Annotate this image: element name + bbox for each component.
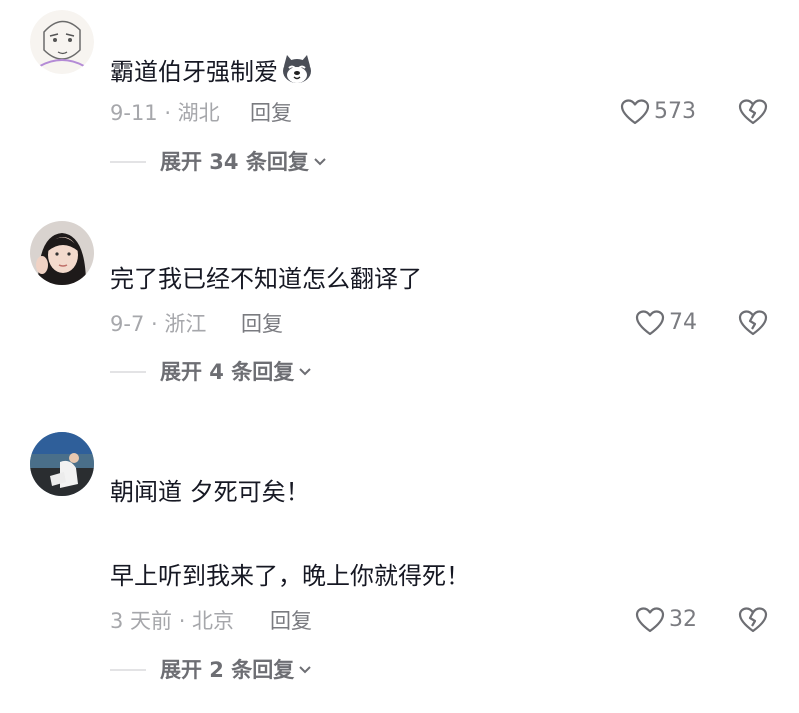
comment-item: 朝闻道 夕死可矣！ 早上听到我来了，晚上你就得死！ 3 天前 · 北京 回复 3… <box>0 0 799 713</box>
dislike-button[interactable] <box>738 605 768 635</box>
expand-replies-button[interactable]: 展开 2 条回复 <box>110 656 312 684</box>
profile-photo-image <box>30 432 94 496</box>
heart-outline-icon <box>635 607 665 633</box>
broken-heart-icon <box>738 607 768 633</box>
comment-text-line-2: 早上听到我来了，晚上你就得死！ <box>110 562 470 590</box>
like-button[interactable]: 32 <box>635 606 697 634</box>
reply-button[interactable]: 回复 <box>270 607 312 635</box>
avatar[interactable] <box>30 432 94 496</box>
like-count: 32 <box>669 607 697 632</box>
comment-text: 朝闻道 夕死可矣！ <box>110 478 310 506</box>
divider-line <box>110 669 146 671</box>
comment-meta: 3 天前 · 北京 <box>110 609 235 633</box>
chevron-down-icon <box>299 666 311 674</box>
